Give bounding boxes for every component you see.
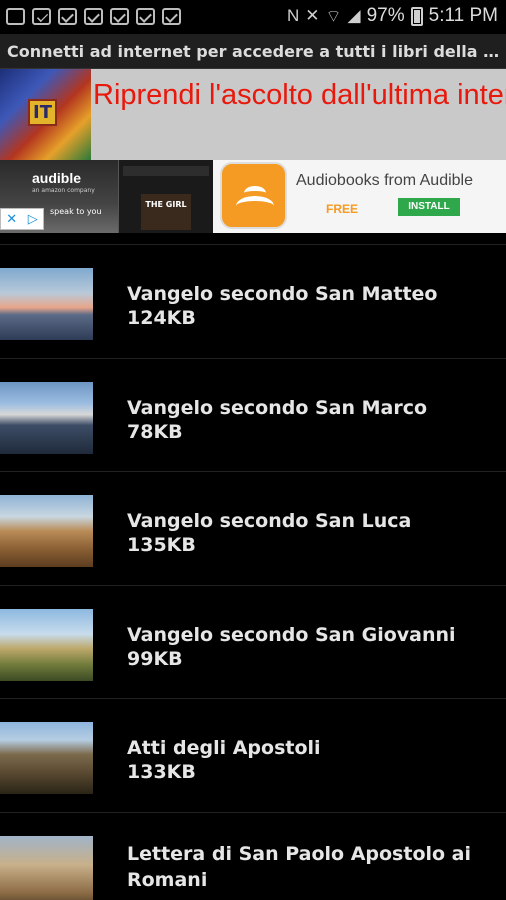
status-bar: N ✕ ⌔ ◢ 97% 5:11 PM: [0, 0, 506, 34]
task-notification-icon: [110, 8, 129, 25]
task-notification-icon: [136, 8, 155, 25]
book-title: Atti degli Apostoli: [127, 737, 321, 759]
nfc-icon: N: [287, 6, 300, 25]
ad-choices-icon[interactable]: ✕ ▷: [0, 208, 44, 230]
list-top-divider: [0, 233, 506, 245]
book-thumbnail: [0, 381, 93, 454]
ad-top-section[interactable]: IT Riprendi l'ascolto dall'ultima interr…: [0, 69, 506, 160]
system-status: N ✕ ⌔ ◢ 97% 5:11 PM: [287, 5, 498, 27]
book-thumbnail: [0, 268, 93, 340]
ad-headline[interactable]: Riprendi l'ascolto dall'ultima interruzi…: [93, 75, 506, 115]
task-notification-icon: [84, 8, 103, 25]
book-size: 99KB: [127, 647, 183, 670]
info-icon[interactable]: ▷: [28, 212, 38, 227]
book-thumbnail: [0, 835, 93, 900]
ad-book-cover: THE GIRL: [141, 194, 191, 230]
list-item[interactable]: Vangelo secondo San Marco 78KB: [0, 359, 506, 472]
mail-notification-icon: [32, 8, 51, 25]
offline-notice[interactable]: Connetti ad internet per accedere a tutt…: [0, 34, 506, 69]
audible-app-icon[interactable]: [220, 162, 287, 229]
wifi-icon: ⌔: [325, 6, 342, 26]
book-list[interactable]: Vangelo secondo San Matteo 124KB Vangelo…: [0, 233, 506, 900]
ad-tablet-bar: [123, 166, 209, 176]
task-notification-icon: [162, 8, 181, 25]
book-size: 135KB: [127, 534, 196, 556]
ad-banner[interactable]: IT Riprendi l'ascolto dall'ultima interr…: [0, 69, 506, 233]
book-title: Vangelo secondo San Luca: [127, 510, 412, 532]
task-notification-icon: [58, 8, 77, 25]
ad-brand-sub: an amazon company: [32, 187, 95, 194]
book-size: 78KB: [127, 420, 183, 443]
book-thumbnail: [0, 495, 93, 567]
offline-notice-text: Connetti ad internet per accedere a tutt…: [7, 42, 502, 61]
book-thumbnail: [0, 608, 93, 681]
ad-badge: IT: [28, 99, 57, 126]
ad-tagline: speak to you: [50, 207, 102, 216]
ad-bottom-section[interactable]: audible an amazon company speak to you T…: [0, 160, 506, 233]
book-thumbnail: [0, 722, 93, 794]
book-title: Vangelo secondo San Matteo: [127, 283, 438, 305]
install-button[interactable]: INSTALL: [398, 198, 460, 216]
battery-percent: 97%: [366, 5, 405, 26]
image-notification-icon: [6, 8, 25, 25]
book-size: 133KB: [127, 761, 196, 783]
notification-icons: [6, 8, 181, 25]
list-item[interactable]: Lettera di San Paolo Apostolo ai Romani: [0, 813, 506, 900]
list-item[interactable]: Atti degli Apostoli 133KB: [0, 699, 506, 813]
close-icon[interactable]: ✕: [6, 212, 17, 227]
ad-app-title[interactable]: Audiobooks from Audible: [296, 172, 473, 190]
wave-icon: [236, 196, 274, 216]
ad-free-label: FREE: [326, 202, 359, 216]
signal-icon: ◢: [347, 6, 361, 25]
book-size: 124KB: [127, 307, 196, 329]
list-item[interactable]: Vangelo secondo San Giovanni 99KB: [0, 586, 506, 699]
ad-tablet-image: THE GIRL: [118, 160, 213, 233]
ad-brand: audible: [32, 170, 82, 186]
list-item[interactable]: Vangelo secondo San Matteo 124KB: [0, 245, 506, 359]
list-item[interactable]: Vangelo secondo San Luca 135KB: [0, 472, 506, 586]
book-title: Vangelo secondo San Marco: [127, 396, 428, 419]
ad-artwork: IT: [0, 69, 91, 160]
book-title: Vangelo secondo San Giovanni: [127, 623, 456, 646]
clock: 5:11 PM: [428, 5, 498, 26]
battery-icon: [410, 6, 423, 26]
mute-icon: ✕: [305, 6, 320, 25]
book-title: Lettera di San Paolo Apostolo ai Romani: [127, 842, 472, 891]
